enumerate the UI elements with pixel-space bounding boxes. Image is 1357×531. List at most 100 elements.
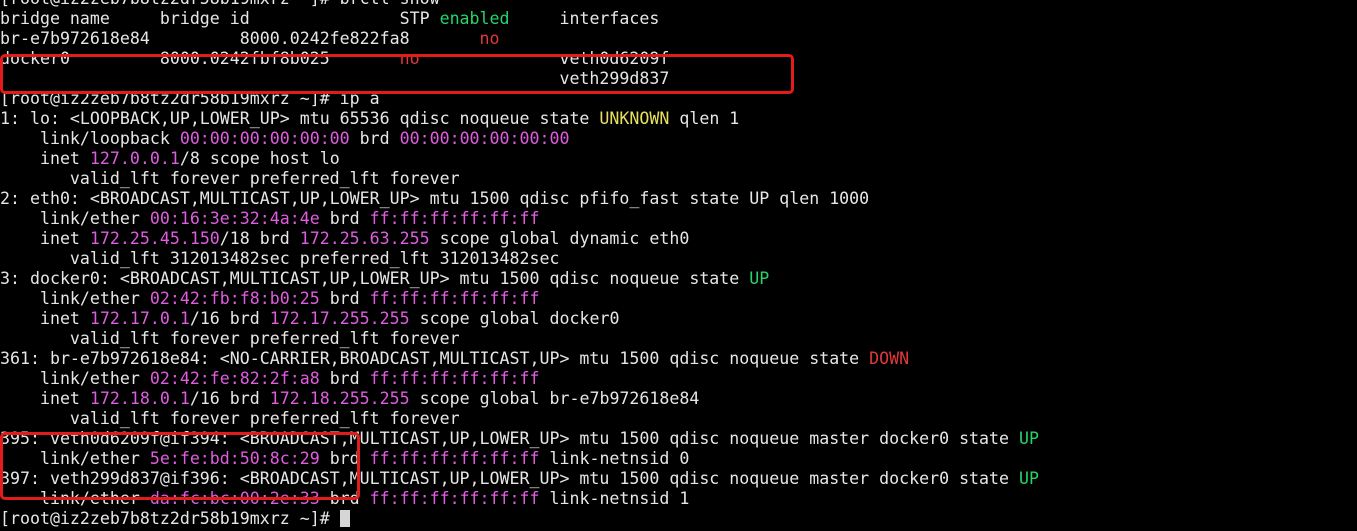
- terminal-text: ff:ff:ff:ff:ff:ff: [369, 209, 540, 228]
- terminal-text: link/ether: [0, 489, 150, 508]
- terminal-text: ff:ff:ff:ff:ff:ff: [369, 449, 540, 468]
- terminal-text: inet: [0, 309, 90, 328]
- terminal-line: veth299d837: [0, 69, 1039, 89]
- terminal-line: docker0 8000.0242fbf8b025 no veth0d6209f: [0, 49, 1039, 69]
- terminal-line: valid_lft forever preferred_lft forever: [0, 169, 1039, 189]
- terminal-line: 397: veth299d837@if396: <BROADCAST,MULTI…: [0, 469, 1039, 489]
- terminal-line: valid_lft forever preferred_lft forever: [0, 409, 1039, 429]
- terminal-text: ff:ff:ff:ff:ff:ff: [369, 489, 540, 508]
- terminal-line: 3: docker0: <BROADCAST,MULTICAST,UP,LOWE…: [0, 269, 1039, 289]
- terminal-text: 127.0.0.1: [89, 149, 180, 168]
- terminal-text: docker0 8000.0242fbf8b025: [0, 49, 400, 68]
- terminal-text: scope global br-e7b972618e84: [409, 389, 700, 408]
- terminal-line: br-e7b972618e84 8000.0242fe822fa8 no: [0, 29, 1039, 49]
- terminal-text: UP: [749, 269, 770, 288]
- terminal-text: UP: [1019, 429, 1039, 448]
- terminal-text: 172.17.255.255: [269, 309, 410, 328]
- terminal-text: UP: [1019, 469, 1039, 488]
- terminal-text: no: [399, 49, 420, 68]
- terminal-text: link-netnsid 1: [539, 489, 690, 508]
- terminal-line: link/ether 02:42:fe:82:2f:a8 brd ff:ff:f…: [0, 369, 1039, 389]
- terminal-text: 172.25.63.255: [299, 229, 430, 248]
- terminal-text: 395: veth0d6209f@if394: <BROADCAST,MULTI…: [0, 429, 1020, 448]
- terminal-text: valid_lft forever preferred_lft forever: [0, 409, 460, 428]
- terminal-text: inet: [0, 389, 90, 408]
- terminal-text: veth299d837: [0, 69, 670, 88]
- terminal-text: 2: eth0: <BROADCAST,MULTICAST,UP,LOWER_U…: [0, 189, 870, 208]
- terminal-text: brd: [319, 489, 370, 508]
- terminal-text: link-netnsid 0: [539, 449, 690, 468]
- terminal-text: brd: [319, 369, 370, 388]
- terminal-text: scope global docker0: [409, 309, 620, 328]
- terminal-line: valid_lft forever preferred_lft forever: [0, 329, 1039, 349]
- terminal-text: /16 brd: [189, 309, 270, 328]
- terminal-text: 00:00:00:00:00:00: [399, 129, 570, 148]
- terminal-text: 5e:fe:bd:50:8c:29: [149, 449, 320, 468]
- terminal-text: 1: lo: <LOOPBACK,UP,LOWER_UP> mtu 65536 …: [0, 109, 600, 128]
- terminal-text: veth0d6209f: [419, 49, 670, 68]
- terminal-text: valid_lft 312013482sec preferred_lft 312…: [0, 249, 560, 268]
- terminal-cursor: [339, 510, 350, 527]
- terminal-line: link/ether 5e:fe:bd:50:8c:29 brd ff:ff:f…: [0, 449, 1039, 469]
- terminal-text: [root@iz2zeb7b8tz2dr58b19mxrz ~]# brctl …: [0, 0, 440, 8]
- terminal-text: brd: [349, 129, 400, 148]
- terminal-line: inet 172.18.0.1/16 brd 172.18.255.255 sc…: [0, 389, 1039, 409]
- terminal-line: 1: lo: <LOOPBACK,UP,LOWER_UP> mtu 65536 …: [0, 109, 1039, 129]
- terminal-text: brd: [319, 449, 370, 468]
- terminal-text: link/ether: [0, 369, 150, 388]
- terminal-line: link/ether 00:16:3e:32:4a:4e brd ff:ff:f…: [0, 209, 1039, 229]
- terminal-line: [root@iz2zeb7b8tz2dr58b19mxrz ~]# ip a: [0, 89, 1039, 109]
- terminal-text: inet: [0, 149, 90, 168]
- terminal-line: 361: br-e7b972618e84: <NO-CARRIER,BROADC…: [0, 349, 1039, 369]
- terminal-text: da:fc:bc:00:2e:33: [149, 489, 320, 508]
- terminal-text: 397: veth299d837@if396: <BROADCAST,MULTI…: [0, 469, 1020, 488]
- terminal-line: 2: eth0: <BROADCAST,MULTICAST,UP,LOWER_U…: [0, 189, 1039, 209]
- terminal-text: interfaces: [509, 9, 660, 28]
- terminal-text: [root@iz2zeb7b8tz2dr58b19mxrz ~]# ip a: [0, 89, 380, 108]
- terminal-line: bridge name bridge id STP enabled interf…: [0, 9, 1039, 29]
- terminal-text: 02:42:fb:f8:b0:25: [149, 289, 320, 308]
- terminal-text: scope global dynamic eth0: [429, 229, 690, 248]
- terminal-text: qlen 1: [669, 109, 740, 128]
- terminal-text: 172.18.255.255: [269, 389, 410, 408]
- terminal-text: valid_lft forever preferred_lft forever: [0, 329, 460, 348]
- terminal-line: inet 172.17.0.1/16 brd 172.17.255.255 sc…: [0, 309, 1039, 329]
- terminal-text: enabled: [439, 9, 510, 28]
- terminal-text: link/ether: [0, 289, 150, 308]
- terminal-text: /18 brd: [219, 229, 300, 248]
- terminal-text: 172.25.45.150: [89, 229, 220, 248]
- terminal-output[interactable]: [root@iz2zeb7b8tz2dr58b19mxrz ~]# brctl …: [0, 0, 1039, 529]
- terminal-text: 3: docker0: <BROADCAST,MULTICAST,UP,LOWE…: [0, 269, 750, 288]
- terminal-line: link/loopback 00:00:00:00:00:00 brd 00:0…: [0, 129, 1039, 149]
- terminal-line: inet 172.25.45.150/18 brd 172.25.63.255 …: [0, 229, 1039, 249]
- terminal-text: DOWN: [869, 349, 910, 368]
- terminal-text: br-e7b972618e84 8000.0242fe822fa8: [0, 29, 480, 48]
- terminal-line: [root@iz2zeb7b8tz2dr58b19mxrz ~]#: [0, 509, 1039, 529]
- terminal-text: link/loopback: [0, 129, 180, 148]
- terminal-text: [root@iz2zeb7b8tz2dr58b19mxrz ~]#: [0, 509, 340, 528]
- terminal-line: link/ether 02:42:fb:f8:b0:25 brd ff:ff:f…: [0, 289, 1039, 309]
- terminal-line: valid_lft 312013482sec preferred_lft 312…: [0, 249, 1039, 269]
- terminal-line: link/ether da:fc:bc:00:2e:33 brd ff:ff:f…: [0, 489, 1039, 509]
- terminal-text: /8 scope host lo: [179, 149, 340, 168]
- terminal-text: 172.17.0.1: [89, 309, 190, 328]
- terminal-line: inet 127.0.0.1/8 scope host lo: [0, 149, 1039, 169]
- terminal-line: 395: veth0d6209f@if394: <BROADCAST,MULTI…: [0, 429, 1039, 449]
- terminal-line: [root@iz2zeb7b8tz2dr58b19mxrz ~]# brctl …: [0, 0, 1039, 9]
- terminal-text: bridge name bridge id STP: [0, 9, 440, 28]
- terminal-text: brd: [319, 289, 370, 308]
- terminal-text: valid_lft forever preferred_lft forever: [0, 169, 460, 188]
- terminal-text: no: [479, 29, 500, 48]
- terminal-text: ff:ff:ff:ff:ff:ff: [369, 369, 540, 388]
- terminal-text: ff:ff:ff:ff:ff:ff: [369, 289, 540, 308]
- terminal-text: link/ether: [0, 209, 150, 228]
- terminal-text: /16 brd: [189, 389, 270, 408]
- terminal-text: inet: [0, 229, 90, 248]
- terminal-text: 172.18.0.1: [89, 389, 190, 408]
- terminal-text: 00:00:00:00:00:00: [179, 129, 350, 148]
- terminal-text: UNKNOWN: [599, 109, 670, 128]
- terminal-text: 00:16:3e:32:4a:4e: [149, 209, 320, 228]
- terminal-text: 361: br-e7b972618e84: <NO-CARRIER,BROADC…: [0, 349, 870, 368]
- terminal-text: 02:42:fe:82:2f:a8: [149, 369, 320, 388]
- terminal-text: brd: [319, 209, 370, 228]
